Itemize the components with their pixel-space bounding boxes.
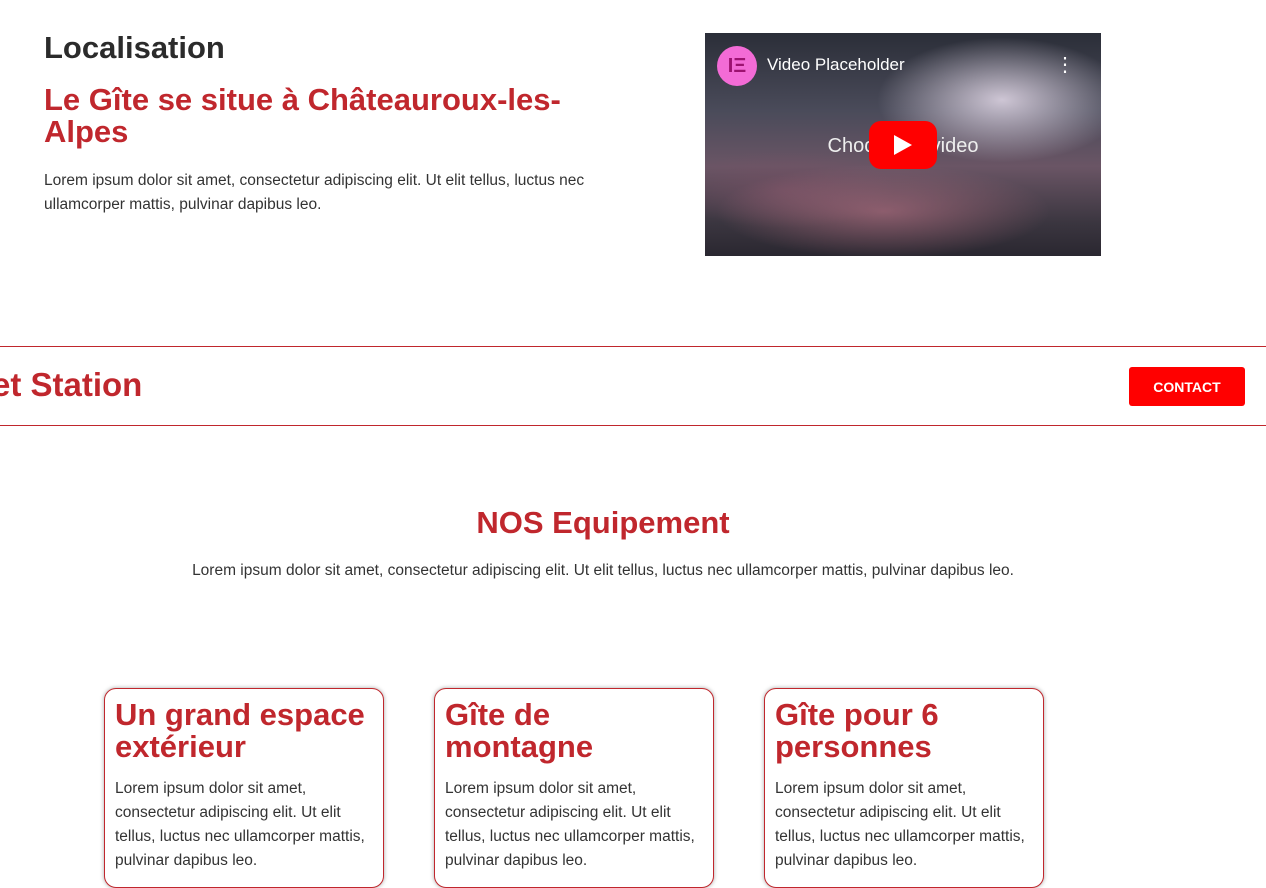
equipment-title: NOS Equipement — [476, 505, 730, 540]
card-title: Un grand espace extérieur — [115, 697, 365, 764]
elementor-logo-icon: IΞ — [717, 46, 757, 86]
station-banner: et Station CONTACT — [0, 346, 1266, 426]
card-title: Gîte pour 6 personnes — [775, 697, 939, 764]
localisation-heading: Localisation — [44, 30, 225, 65]
localisation-text: Lorem ipsum dolor sit amet, consectetur … — [44, 172, 585, 213]
more-options-icon[interactable]: ⋮ — [1055, 53, 1075, 77]
equipment-card-mountain: Gîte de montagne Lorem ipsum dolor sit a… — [434, 688, 714, 888]
localisation-subtitle: Le Gîte se situe à Châteauroux-les-Alpes — [44, 82, 561, 149]
equipment-text: Lorem ipsum dolor sit amet, consectetur … — [192, 562, 1014, 579]
banner-scrolling-text: et Station — [0, 366, 143, 403]
card-text: Lorem ipsum dolor sit amet, consectetur … — [775, 780, 1025, 869]
video-title[interactable]: Video Placeholder — [767, 54, 905, 76]
play-button[interactable] — [869, 121, 937, 169]
contact-button[interactable]: CONTACT — [1129, 367, 1245, 406]
equipment-card-outdoor: Un grand espace extérieur Lorem ipsum do… — [104, 688, 384, 888]
video-player[interactable]: IΞ Video Placeholder ⋮ Choose a video — [705, 33, 1101, 256]
equipment-card-capacity: Gîte pour 6 personnes Lorem ipsum dolor … — [764, 688, 1044, 888]
card-text: Lorem ipsum dolor sit amet, consectetur … — [115, 780, 365, 869]
card-text: Lorem ipsum dolor sit amet, consectetur … — [445, 780, 695, 869]
card-title: Gîte de montagne — [445, 697, 594, 764]
play-icon — [894, 135, 912, 155]
